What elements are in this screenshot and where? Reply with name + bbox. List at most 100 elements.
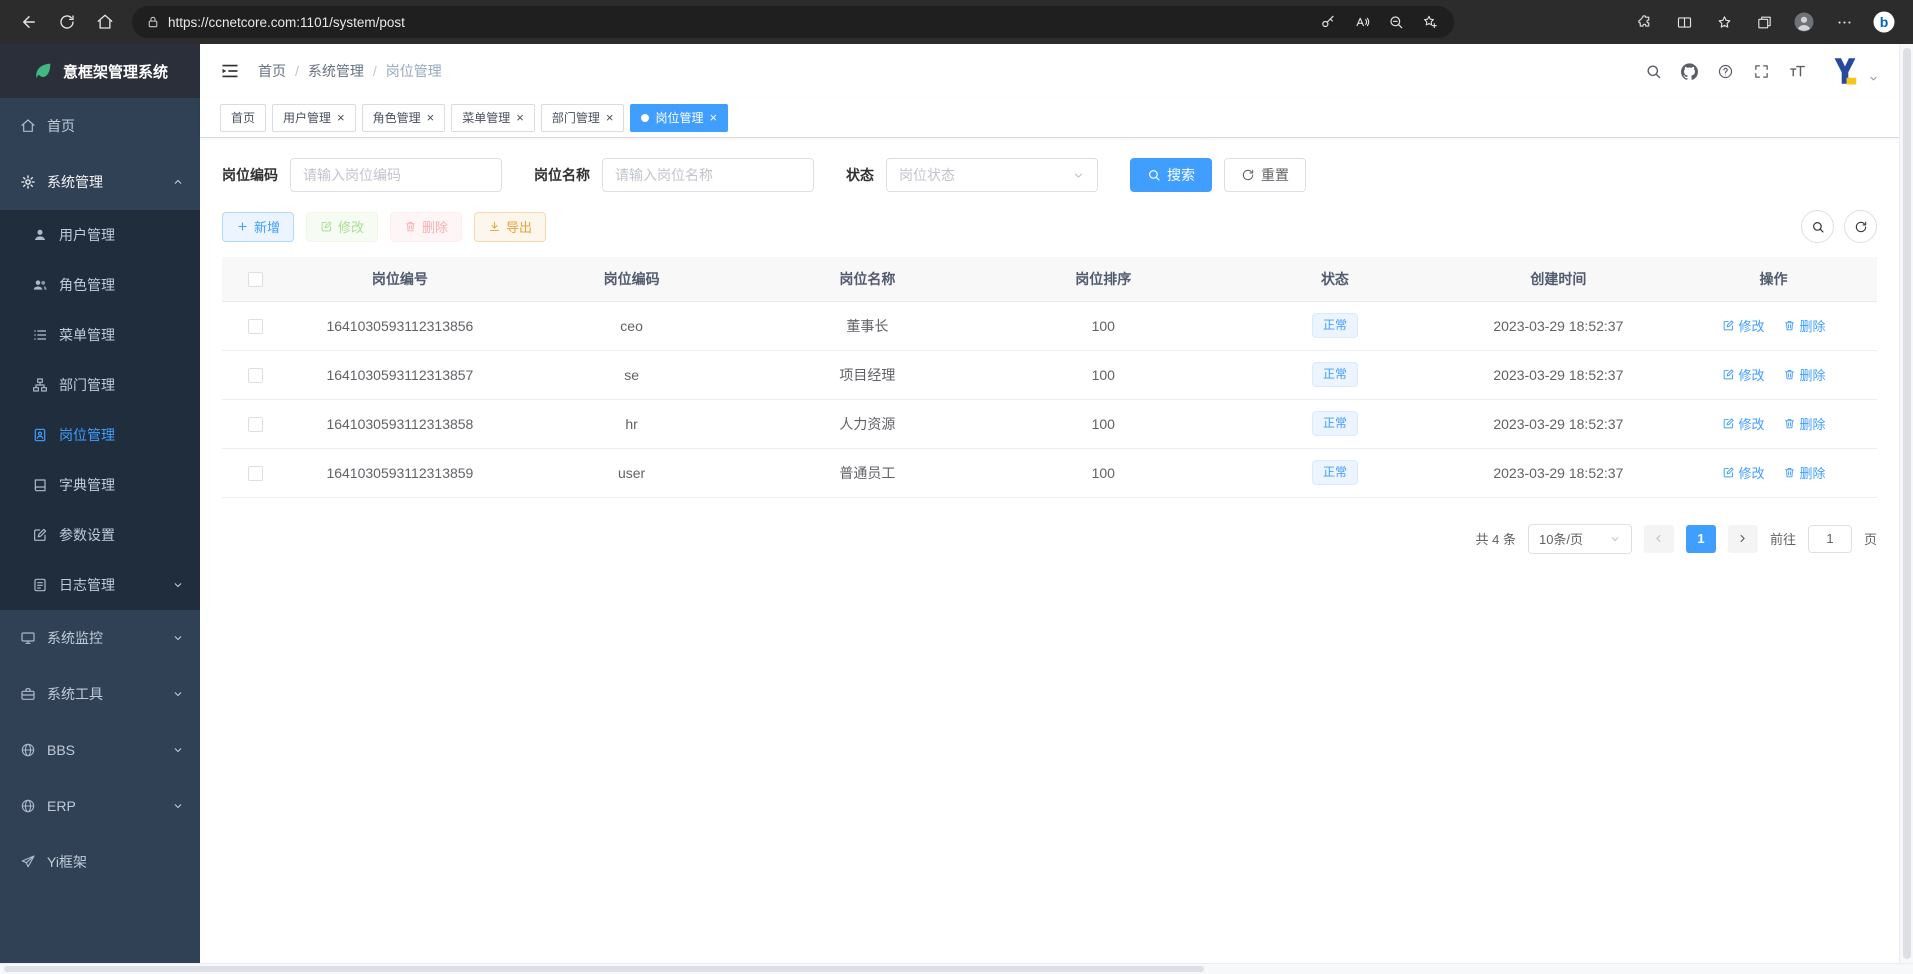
reset-button[interactable]: 重置 — [1224, 158, 1306, 192]
post-code-input[interactable] — [290, 158, 502, 192]
vertical-scrollbar-thumb[interactable] — [1903, 48, 1911, 959]
address-bar[interactable]: https://ccnetcore.com:1101/system/post — [132, 6, 1454, 38]
github-icon[interactable] — [1671, 53, 1707, 89]
breadcrumb-system[interactable]: 系统管理 — [308, 61, 364, 81]
zoom-out-icon[interactable] — [1380, 8, 1412, 36]
back-icon[interactable] — [10, 5, 48, 39]
log-icon — [32, 577, 48, 593]
prev-page-button[interactable] — [1644, 525, 1674, 553]
sidebar-item-tool[interactable]: 系统工具 — [0, 666, 200, 722]
breadcrumb-current: 岗位管理 — [386, 61, 442, 81]
row-checkbox[interactable] — [248, 466, 263, 481]
tab-close-icon[interactable]: × — [516, 111, 524, 124]
refresh-icon[interactable] — [48, 5, 86, 39]
row-edit-link[interactable]: 修改 — [1722, 365, 1765, 384]
row-action-label: 修改 — [1739, 463, 1765, 482]
split-screen-icon[interactable] — [1665, 5, 1703, 39]
delete-button[interactable]: 删除 — [390, 212, 462, 242]
more-icon[interactable] — [1825, 5, 1863, 39]
chevron-down-icon — [1072, 169, 1085, 182]
row-edit-link[interactable]: 修改 — [1722, 463, 1765, 482]
breadcrumb-home[interactable]: 首页 — [258, 61, 286, 81]
breadcrumb: 首页 / 系统管理 / 岗位管理 — [258, 61, 442, 81]
fullscreen-icon[interactable] — [1743, 53, 1779, 89]
search-icon[interactable] — [1635, 53, 1671, 89]
next-page-button[interactable] — [1728, 525, 1758, 553]
horizontal-scrollbar[interactable] — [0, 963, 1913, 974]
sidebar-item-erp[interactable]: ERP — [0, 778, 200, 834]
sidebar-item-user[interactable]: 用户管理 — [0, 210, 200, 260]
tab-dept[interactable]: 部门管理 × — [541, 104, 625, 132]
collections-icon[interactable] — [1745, 5, 1783, 39]
search-button-label: 搜索 — [1167, 165, 1195, 185]
tab-close-icon[interactable]: × — [606, 111, 614, 124]
row-delete-link[interactable]: 删除 — [1783, 414, 1826, 433]
toolbox-icon — [20, 686, 36, 702]
page-size-select[interactable]: 10条/页 — [1528, 524, 1632, 554]
favorites-icon[interactable] — [1705, 5, 1743, 39]
app-logo[interactable]: 意框架管理系统 — [0, 44, 200, 98]
tab-post[interactable]: 岗位管理× — [630, 104, 728, 132]
user-avatar[interactable] — [1827, 53, 1863, 89]
caret-down-icon[interactable] — [1868, 73, 1879, 84]
question-icon[interactable] — [1707, 53, 1743, 89]
post-name-input[interactable] — [602, 158, 814, 192]
bing-icon[interactable]: b — [1865, 5, 1903, 39]
row-edit-link[interactable]: 修改 — [1722, 316, 1765, 335]
sidebar-item-home[interactable]: 首页 — [0, 98, 200, 154]
row-checkbox[interactable] — [248, 368, 263, 383]
select-all-checkbox[interactable] — [248, 272, 263, 287]
extensions-icon[interactable] — [1625, 5, 1663, 39]
row-delete-link[interactable]: 删除 — [1783, 463, 1826, 482]
sidebar-item-log[interactable]: 日志管理 — [0, 560, 200, 610]
sidebar-item-menu[interactable]: 菜单管理 — [0, 310, 200, 360]
read-aloud-icon[interactable] — [1346, 8, 1378, 36]
vertical-scrollbar[interactable] — [1899, 44, 1913, 963]
horizontal-scrollbar-thumb[interactable] — [4, 966, 1204, 972]
text-size-icon[interactable] — [1779, 53, 1815, 89]
tab-user[interactable]: 用户管理× — [272, 104, 356, 132]
row-checkbox[interactable] — [248, 417, 263, 432]
sidebar-item-param[interactable]: 参数设置 — [0, 510, 200, 560]
sidebar-item-label: 系统工具 — [47, 684, 103, 704]
sidebar-toggle-icon[interactable] — [220, 61, 240, 81]
sidebar-item-system[interactable]: 系统管理 — [0, 154, 200, 210]
sidebar-item-label: 岗位管理 — [59, 425, 115, 445]
tab-close-icon[interactable]: × — [709, 111, 717, 124]
tab-close-icon[interactable]: × — [337, 111, 345, 124]
tab-menu[interactable]: 菜单管理× — [451, 104, 535, 132]
tab-close-icon[interactable]: × — [427, 111, 435, 124]
home-icon[interactable] — [86, 5, 124, 39]
tab-role[interactable]: 角色管理× — [362, 104, 446, 132]
row-delete-link[interactable]: 删除 — [1783, 316, 1826, 335]
sidebar-item-role[interactable]: 角色管理 — [0, 260, 200, 310]
key-icon[interactable] — [1312, 8, 1344, 36]
table-tool-refresh-icon[interactable] — [1844, 210, 1877, 243]
profile-icon[interactable] — [1785, 5, 1823, 39]
status-select[interactable]: 岗位状态 — [886, 158, 1098, 192]
edit-button[interactable]: 修改 — [306, 212, 378, 242]
search-button[interactable]: 搜索 — [1130, 158, 1212, 192]
sidebar-item-yiframe[interactable]: Yi框架 — [0, 834, 200, 890]
tab-home[interactable]: 首页 — [220, 104, 266, 132]
site-info-lock-icon[interactable] — [146, 15, 160, 29]
table-tool-search-icon[interactable] — [1801, 210, 1834, 243]
page-1-button[interactable]: 1 — [1686, 525, 1716, 553]
sidebar-item-dict[interactable]: 字典管理 — [0, 460, 200, 510]
sidebar-item-post[interactable]: 岗位管理 — [0, 410, 200, 460]
row-checkbox[interactable] — [248, 319, 263, 334]
sidebar-item-bbs[interactable]: BBS — [0, 722, 200, 778]
status-badge: 正常 — [1312, 411, 1358, 436]
sidebar-item-dept[interactable]: 部门管理 — [0, 360, 200, 410]
row-edit-link[interactable]: 修改 — [1722, 414, 1765, 433]
url-text: https://ccnetcore.com:1101/system/post — [168, 15, 1304, 30]
chevron-down-icon — [172, 688, 184, 700]
export-button[interactable]: 导出 — [474, 212, 546, 242]
favorites-add-icon[interactable] — [1414, 8, 1446, 36]
tab-label: 部门管理 — [552, 109, 600, 126]
row-delete-link[interactable]: 删除 — [1783, 365, 1826, 384]
add-button[interactable]: 新增 — [222, 212, 294, 242]
menu-list-icon — [32, 327, 48, 343]
sidebar-item-monitor[interactable]: 系统监控 — [0, 610, 200, 666]
goto-page-input[interactable] — [1808, 525, 1852, 553]
